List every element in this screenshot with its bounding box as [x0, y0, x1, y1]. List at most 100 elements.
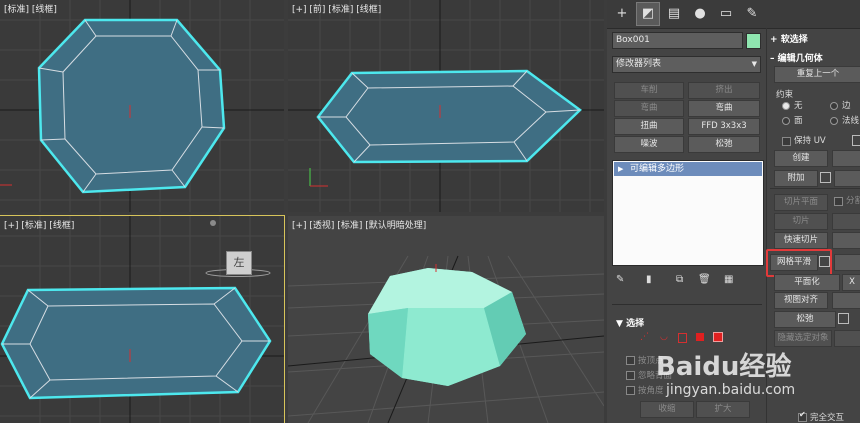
selection-rollout-header[interactable]: ▼ 选择 [616, 316, 644, 329]
viewcube[interactable]: 左 [226, 251, 252, 275]
preserve-uv-settings-icon[interactable] [852, 135, 860, 146]
collapse-button[interactable] [832, 150, 860, 167]
watermark-logo: Baidu经验 [656, 352, 792, 382]
split-checkbox[interactable] [834, 197, 843, 206]
viewport-perspective-canvas [288, 255, 604, 423]
viewport-label[interactable]: [+] [标准] [线框] [4, 218, 74, 231]
edge-mode-icon[interactable]: ◡ [660, 333, 668, 342]
utilities-tab[interactable]: ✎ [741, 3, 763, 25]
viewport-label[interactable]: [+] [透视] [标准] [默认明暗处理] [292, 218, 426, 231]
modifier-noise-button[interactable]: 噪波 [614, 136, 684, 153]
pin-stack-icon[interactable]: ✎ [616, 274, 624, 285]
rollout-toggle-icon: – [770, 54, 778, 64]
configure-sets-icon[interactable]: ▦ [724, 274, 733, 285]
planarize-button[interactable]: 平面化 [774, 274, 840, 291]
viewport-front[interactable]: [+] [前] [标准] [线框] [288, 0, 604, 212]
stack-item-label: 可编辑多边形 [630, 164, 685, 174]
viewcube-face-label: 左 [233, 256, 245, 269]
modifier-twist-button[interactable]: 扭曲 [614, 118, 684, 135]
vertex-mode-icon[interactable]: ⋰ [640, 333, 649, 342]
view-align-button[interactable]: 视图对齐 [774, 292, 828, 309]
attach-settings-icon[interactable] [820, 172, 831, 183]
modify-tab[interactable]: ◩ [636, 2, 660, 26]
viewport-top-canvas [0, 0, 284, 212]
ignore-backfacing-checkbox[interactable] [626, 371, 635, 380]
detach-button[interactable] [834, 170, 860, 187]
hierarchy-tab[interactable]: ▤ [663, 3, 685, 25]
constraint-normal-label: 法线 [842, 116, 860, 126]
grid-align-button[interactable] [832, 292, 860, 309]
tessellate-button[interactable] [834, 254, 860, 271]
create-button[interactable]: 创建 [774, 150, 828, 167]
viewport-left[interactable]: [+] [标准] [线框] 左 [0, 215, 285, 423]
slice-plane-button[interactable]: 切片平面 [774, 194, 828, 211]
make-unique-icon[interactable]: ⧉ [676, 274, 683, 285]
element-mode-icon[interactable] [713, 332, 723, 342]
constraint-normal-radio[interactable] [830, 117, 838, 125]
soft-selection-title: 软选择 [780, 35, 808, 45]
soft-selection-rollout-header[interactable]: + 软选择 [770, 32, 808, 45]
constraints-label: 约束 [776, 90, 794, 100]
modifier-stack[interactable]: ▶ 可编辑多边形 [612, 160, 764, 266]
modifier-extrude-button[interactable]: 挤出 [688, 82, 760, 99]
remove-modifier-icon[interactable]: 🗑 [698, 274, 711, 285]
hierarchy-icon: ▤ [667, 6, 681, 21]
unhide-all-button[interactable] [834, 330, 860, 347]
relax-settings-icon[interactable] [838, 313, 849, 324]
full-interactive-checkbox[interactable] [798, 410, 807, 422]
constraint-none-radio[interactable] [782, 102, 790, 110]
display-tab[interactable]: ▭ [715, 3, 737, 25]
planarize-x-button[interactable]: X [842, 274, 860, 291]
highlight-box [766, 249, 832, 277]
viewport-label[interactable]: [标准] [线框] [4, 2, 57, 15]
stack-toolbar: ✎ ▮ ⧉ 🗑 ▦ [612, 272, 762, 290]
constraint-edge-radio[interactable] [830, 102, 838, 110]
modifier-list-label: 修改器列表 [616, 59, 662, 69]
by-vertex-checkbox[interactable] [626, 356, 635, 365]
preserve-uv-checkbox[interactable] [782, 137, 791, 146]
utilities-icon: ✎ [746, 6, 758, 21]
constraint-none-label: 无 [794, 101, 803, 111]
rollout-divider [612, 304, 762, 305]
modifier-list-dropdown[interactable]: 修改器列表 ▼ [612, 56, 761, 73]
modifier-lathe-button[interactable]: 车削 [614, 82, 684, 99]
polygon-mode-icon[interactable] [696, 333, 704, 341]
rollout-toggle-icon: + [770, 35, 781, 45]
create-tab[interactable]: + [611, 3, 633, 25]
full-interactive-label: 完全交互 [810, 413, 845, 423]
viewport-front-canvas [288, 0, 604, 212]
constraint-face-radio[interactable] [782, 117, 790, 125]
show-end-result-icon[interactable]: ▮ [646, 274, 652, 285]
rollout-toggle-icon: ▼ [616, 319, 627, 329]
display-icon: ▭ [719, 6, 733, 21]
border-mode-icon[interactable] [678, 333, 687, 343]
command-panel-tabs: + ◩ ▤ ● ▭ ✎ [607, 0, 860, 29]
relax-button[interactable]: 松弛 [774, 311, 836, 328]
modifier-relax-button[interactable]: 松弛 [688, 136, 760, 153]
viewport-top[interactable]: [标准] [线框] [0, 0, 284, 212]
modifier-bend-button[interactable]: 弯曲 [688, 100, 760, 117]
slice-button[interactable]: 切片 [774, 213, 828, 230]
hide-selected-button[interactable]: 隐藏选定对象 [774, 330, 832, 347]
plus-icon: + [616, 6, 628, 21]
modifier-ffd-button[interactable]: FFD 3x3x3 [688, 118, 760, 135]
modifier-bend-dim-button[interactable]: 弯曲 [614, 100, 684, 117]
reset-plane-button[interactable] [832, 213, 860, 230]
cut-button[interactable] [832, 232, 860, 249]
by-angle-checkbox[interactable] [626, 386, 635, 395]
constraint-face-label: 面 [794, 116, 803, 126]
constraint-edge-label: 边 [842, 101, 851, 111]
attach-button[interactable]: 附加 [774, 170, 818, 187]
object-color-swatch[interactable] [746, 33, 761, 49]
stack-item-editable-poly[interactable]: ▶ 可编辑多边形 [614, 162, 762, 176]
motion-tab[interactable]: ● [689, 3, 711, 25]
selection-rollout-title: 选择 [626, 319, 645, 329]
viewport-label[interactable]: [+] [前] [标准] [线框] [292, 2, 381, 15]
object-outline [37, 18, 226, 194]
chevron-down-icon: ▼ [751, 60, 757, 68]
object-name-field[interactable]: Box001 [612, 32, 743, 49]
repeat-last-button[interactable]: 重复上一个 [774, 66, 860, 83]
quickslice-button[interactable]: 快速切片 [774, 232, 828, 249]
edit-geometry-rollout-header[interactable]: – 编辑几何体 [770, 51, 823, 64]
viewport-perspective[interactable]: [+] [透视] [标准] [默认明暗处理] [288, 216, 604, 423]
